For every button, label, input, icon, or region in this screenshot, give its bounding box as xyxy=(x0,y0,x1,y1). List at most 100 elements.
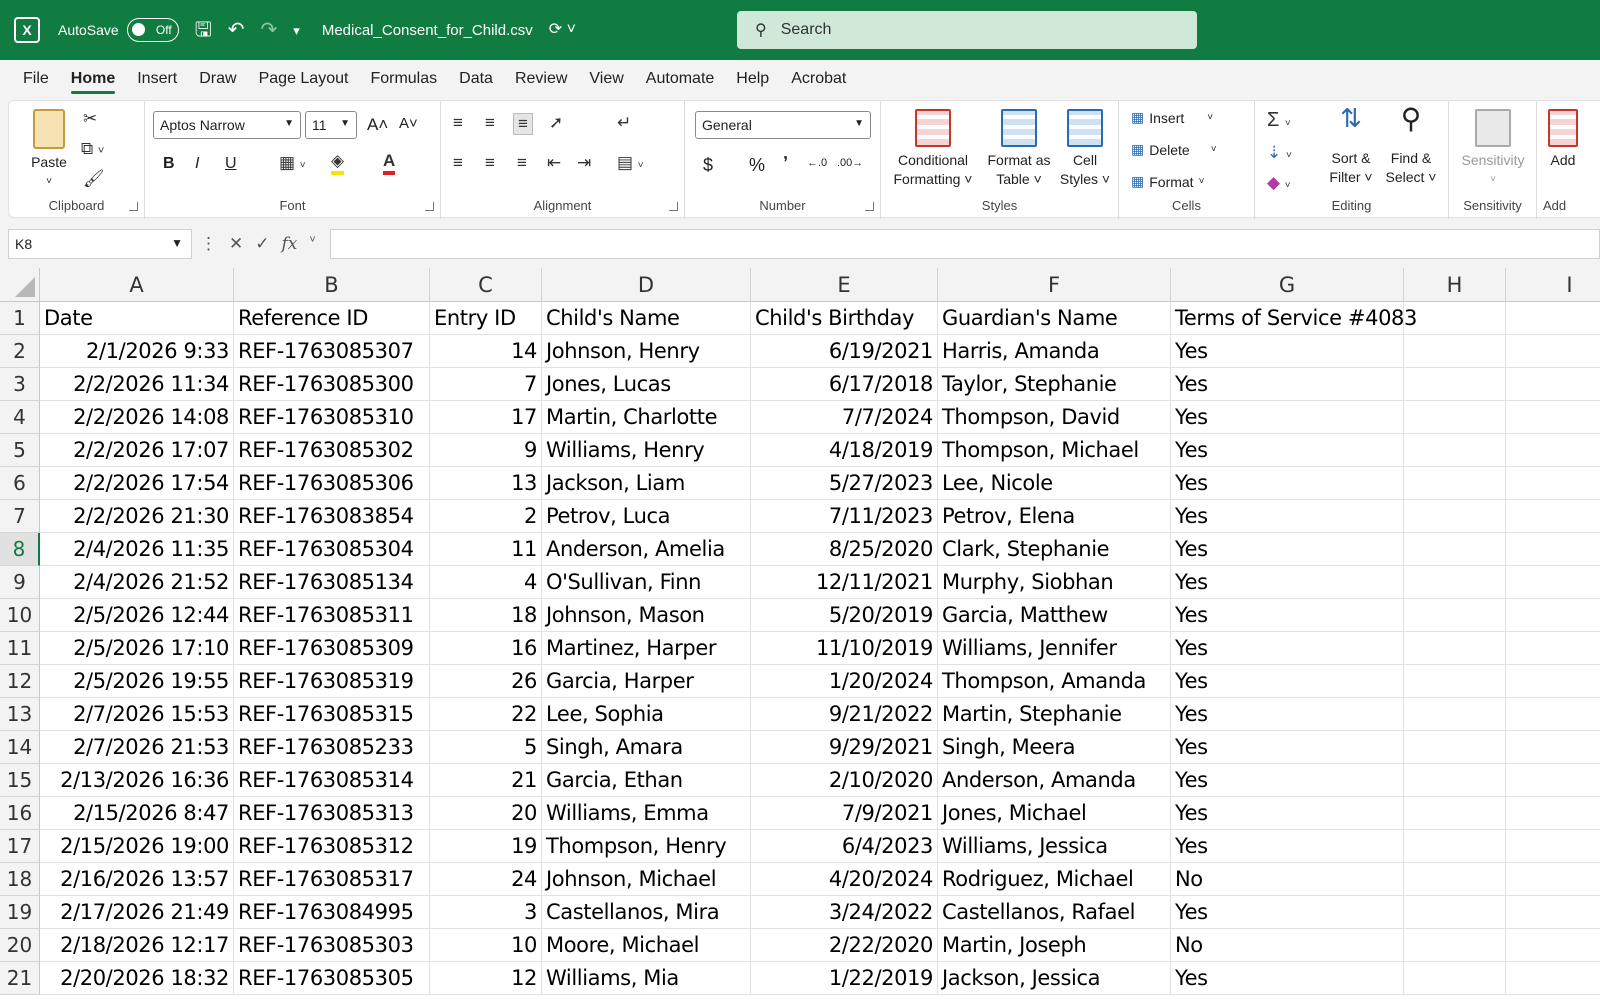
comma-button[interactable]: ʼ xyxy=(783,153,788,174)
table-cell[interactable]: Yes xyxy=(1171,665,1404,698)
table-cell[interactable]: Thompson, Michael xyxy=(938,434,1171,467)
row-header[interactable]: 11 xyxy=(0,632,40,665)
table-cell[interactable] xyxy=(1506,401,1600,434)
clipboard-launcher-icon[interactable] xyxy=(129,202,138,211)
table-cell[interactable]: Rodriguez, Michael xyxy=(938,863,1171,896)
tab-help[interactable]: Help xyxy=(725,60,780,98)
table-cell[interactable] xyxy=(1404,566,1506,599)
tab-formulas[interactable]: Formulas xyxy=(359,60,448,98)
table-cell[interactable]: Singh, Meera xyxy=(938,731,1171,764)
table-cell[interactable] xyxy=(1506,434,1600,467)
table-cell[interactable]: REF-1763085306 xyxy=(234,467,430,500)
number-launcher-icon[interactable] xyxy=(865,202,874,211)
table-cell[interactable]: Anderson, Amelia xyxy=(542,533,751,566)
table-cell[interactable]: 2/22/2020 xyxy=(751,929,938,962)
table-cell[interactable] xyxy=(1404,401,1506,434)
table-cell[interactable]: Lee, Nicole xyxy=(938,467,1171,500)
header-cell[interactable]: Child's Name xyxy=(542,302,751,335)
table-cell[interactable] xyxy=(1506,467,1600,500)
save-icon[interactable]: 🖫 xyxy=(195,20,212,40)
table-cell[interactable]: 8/25/2020 xyxy=(751,533,938,566)
clear-icon[interactable]: ◆ ˅ xyxy=(1267,173,1291,193)
table-cell[interactable]: REF-1763085314 xyxy=(234,764,430,797)
table-cell[interactable]: REF-1763083854 xyxy=(234,500,430,533)
table-cell[interactable]: 2/1/2026 9:33 xyxy=(40,335,234,368)
table-cell[interactable]: Yes xyxy=(1171,731,1404,764)
table-cell[interactable]: Garcia, Harper xyxy=(542,665,751,698)
table-cell[interactable]: 19 xyxy=(430,830,542,863)
table-cell[interactable]: Thompson, David xyxy=(938,401,1171,434)
table-cell[interactable]: 6/17/2018 xyxy=(751,368,938,401)
table-cell[interactable]: Thompson, Henry xyxy=(542,830,751,863)
table-cell[interactable]: 2/2/2026 17:54 xyxy=(40,467,234,500)
table-cell[interactable]: 2/16/2026 13:57 xyxy=(40,863,234,896)
table-cell[interactable]: REF-1763085300 xyxy=(234,368,430,401)
table-cell[interactable]: Murphy, Siobhan xyxy=(938,566,1171,599)
table-cell[interactable]: 18 xyxy=(430,599,542,632)
table-cell[interactable]: Yes xyxy=(1171,698,1404,731)
table-cell[interactable] xyxy=(1404,698,1506,731)
table-cell[interactable]: 5 xyxy=(430,731,542,764)
table-cell[interactable]: 6/19/2021 xyxy=(751,335,938,368)
table-cell[interactable]: 5/27/2023 xyxy=(751,467,938,500)
header-cell[interactable]: Date xyxy=(40,302,234,335)
table-cell[interactable]: 13 xyxy=(430,467,542,500)
table-cell[interactable]: 11/10/2019 xyxy=(751,632,938,665)
table-cell[interactable] xyxy=(1404,335,1506,368)
table-cell[interactable] xyxy=(1506,533,1600,566)
table-cell[interactable]: REF-1763085233 xyxy=(234,731,430,764)
table-cell[interactable]: REF-1763085315 xyxy=(234,698,430,731)
delete-cells-button[interactable]: ▦ Delete ˅ xyxy=(1131,141,1217,158)
italic-button[interactable]: I xyxy=(195,155,199,173)
table-cell[interactable]: 24 xyxy=(430,863,542,896)
table-cell[interactable]: REF-1763085311 xyxy=(234,599,430,632)
table-cell[interactable] xyxy=(1404,665,1506,698)
table-cell[interactable]: Williams, Jennifer xyxy=(938,632,1171,665)
conditional-formatting-button[interactable]: Conditional Formatting ˅ xyxy=(887,109,979,189)
column-header-e[interactable]: E xyxy=(751,268,938,302)
table-cell[interactable] xyxy=(1404,962,1506,995)
table-cell[interactable]: Lee, Sophia xyxy=(542,698,751,731)
table-cell[interactable]: Yes xyxy=(1171,599,1404,632)
fill-icon[interactable]: ⇣ ˅ xyxy=(1267,143,1292,163)
table-cell[interactable]: Williams, Jessica xyxy=(938,830,1171,863)
wrap-text-icon[interactable]: ↵ xyxy=(617,113,631,133)
table-cell[interactable]: 7/7/2024 xyxy=(751,401,938,434)
row-header[interactable]: 2 xyxy=(0,335,40,368)
table-cell[interactable]: Anderson, Amanda xyxy=(938,764,1171,797)
table-cell[interactable]: Jackson, Liam xyxy=(542,467,751,500)
autosum-icon[interactable]: Σ ˅ xyxy=(1267,109,1291,132)
table-cell[interactable] xyxy=(1506,731,1600,764)
table-cell[interactable]: 9 xyxy=(430,434,542,467)
header-cell[interactable]: Terms of Service #4083 xyxy=(1171,302,1417,335)
paste-button[interactable]: Paste ˅ xyxy=(27,109,71,191)
header-cell[interactable] xyxy=(1404,302,1506,335)
header-cell[interactable]: Guardian's Name xyxy=(938,302,1171,335)
table-cell[interactable]: 6/4/2023 xyxy=(751,830,938,863)
table-cell[interactable]: REF-1763084995 xyxy=(234,896,430,929)
row-header[interactable]: 15 xyxy=(0,764,40,797)
tab-draw[interactable]: Draw xyxy=(188,60,247,98)
align-right-icon[interactable]: ≡ xyxy=(517,153,527,173)
addins-button[interactable]: Add xyxy=(1543,109,1583,170)
table-cell[interactable]: Petrov, Luca xyxy=(542,500,751,533)
table-cell[interactable]: REF-1763085305 xyxy=(234,962,430,995)
sort-filter-button[interactable]: ⇅ Sort & Filter ˅ xyxy=(1323,105,1379,187)
chevron-down-icon[interactable]: ˅ xyxy=(309,234,315,254)
select-all-button[interactable] xyxy=(0,268,40,302)
table-cell[interactable]: 2 xyxy=(430,500,542,533)
tab-view[interactable]: View xyxy=(578,60,634,98)
table-cell[interactable]: REF-1763085310 xyxy=(234,401,430,434)
table-cell[interactable]: 2/15/2026 8:47 xyxy=(40,797,234,830)
table-cell[interactable] xyxy=(1404,764,1506,797)
table-cell[interactable]: 17 xyxy=(430,401,542,434)
table-cell[interactable]: O'Sullivan, Finn xyxy=(542,566,751,599)
table-cell[interactable]: 2/2/2026 17:07 xyxy=(40,434,234,467)
tab-acrobat[interactable]: Acrobat xyxy=(780,60,857,98)
grow-font-button[interactable]: A˄ xyxy=(367,115,388,135)
name-box[interactable]: K8 ▼ xyxy=(8,229,192,259)
row-header[interactable]: 21 xyxy=(0,962,40,995)
spreadsheet-grid[interactable]: A B C D E F G H I 1 Date Reference ID Entry ID Child'… xyxy=(0,268,1600,1000)
table-cell[interactable] xyxy=(1506,896,1600,929)
table-cell[interactable]: 16 xyxy=(430,632,542,665)
